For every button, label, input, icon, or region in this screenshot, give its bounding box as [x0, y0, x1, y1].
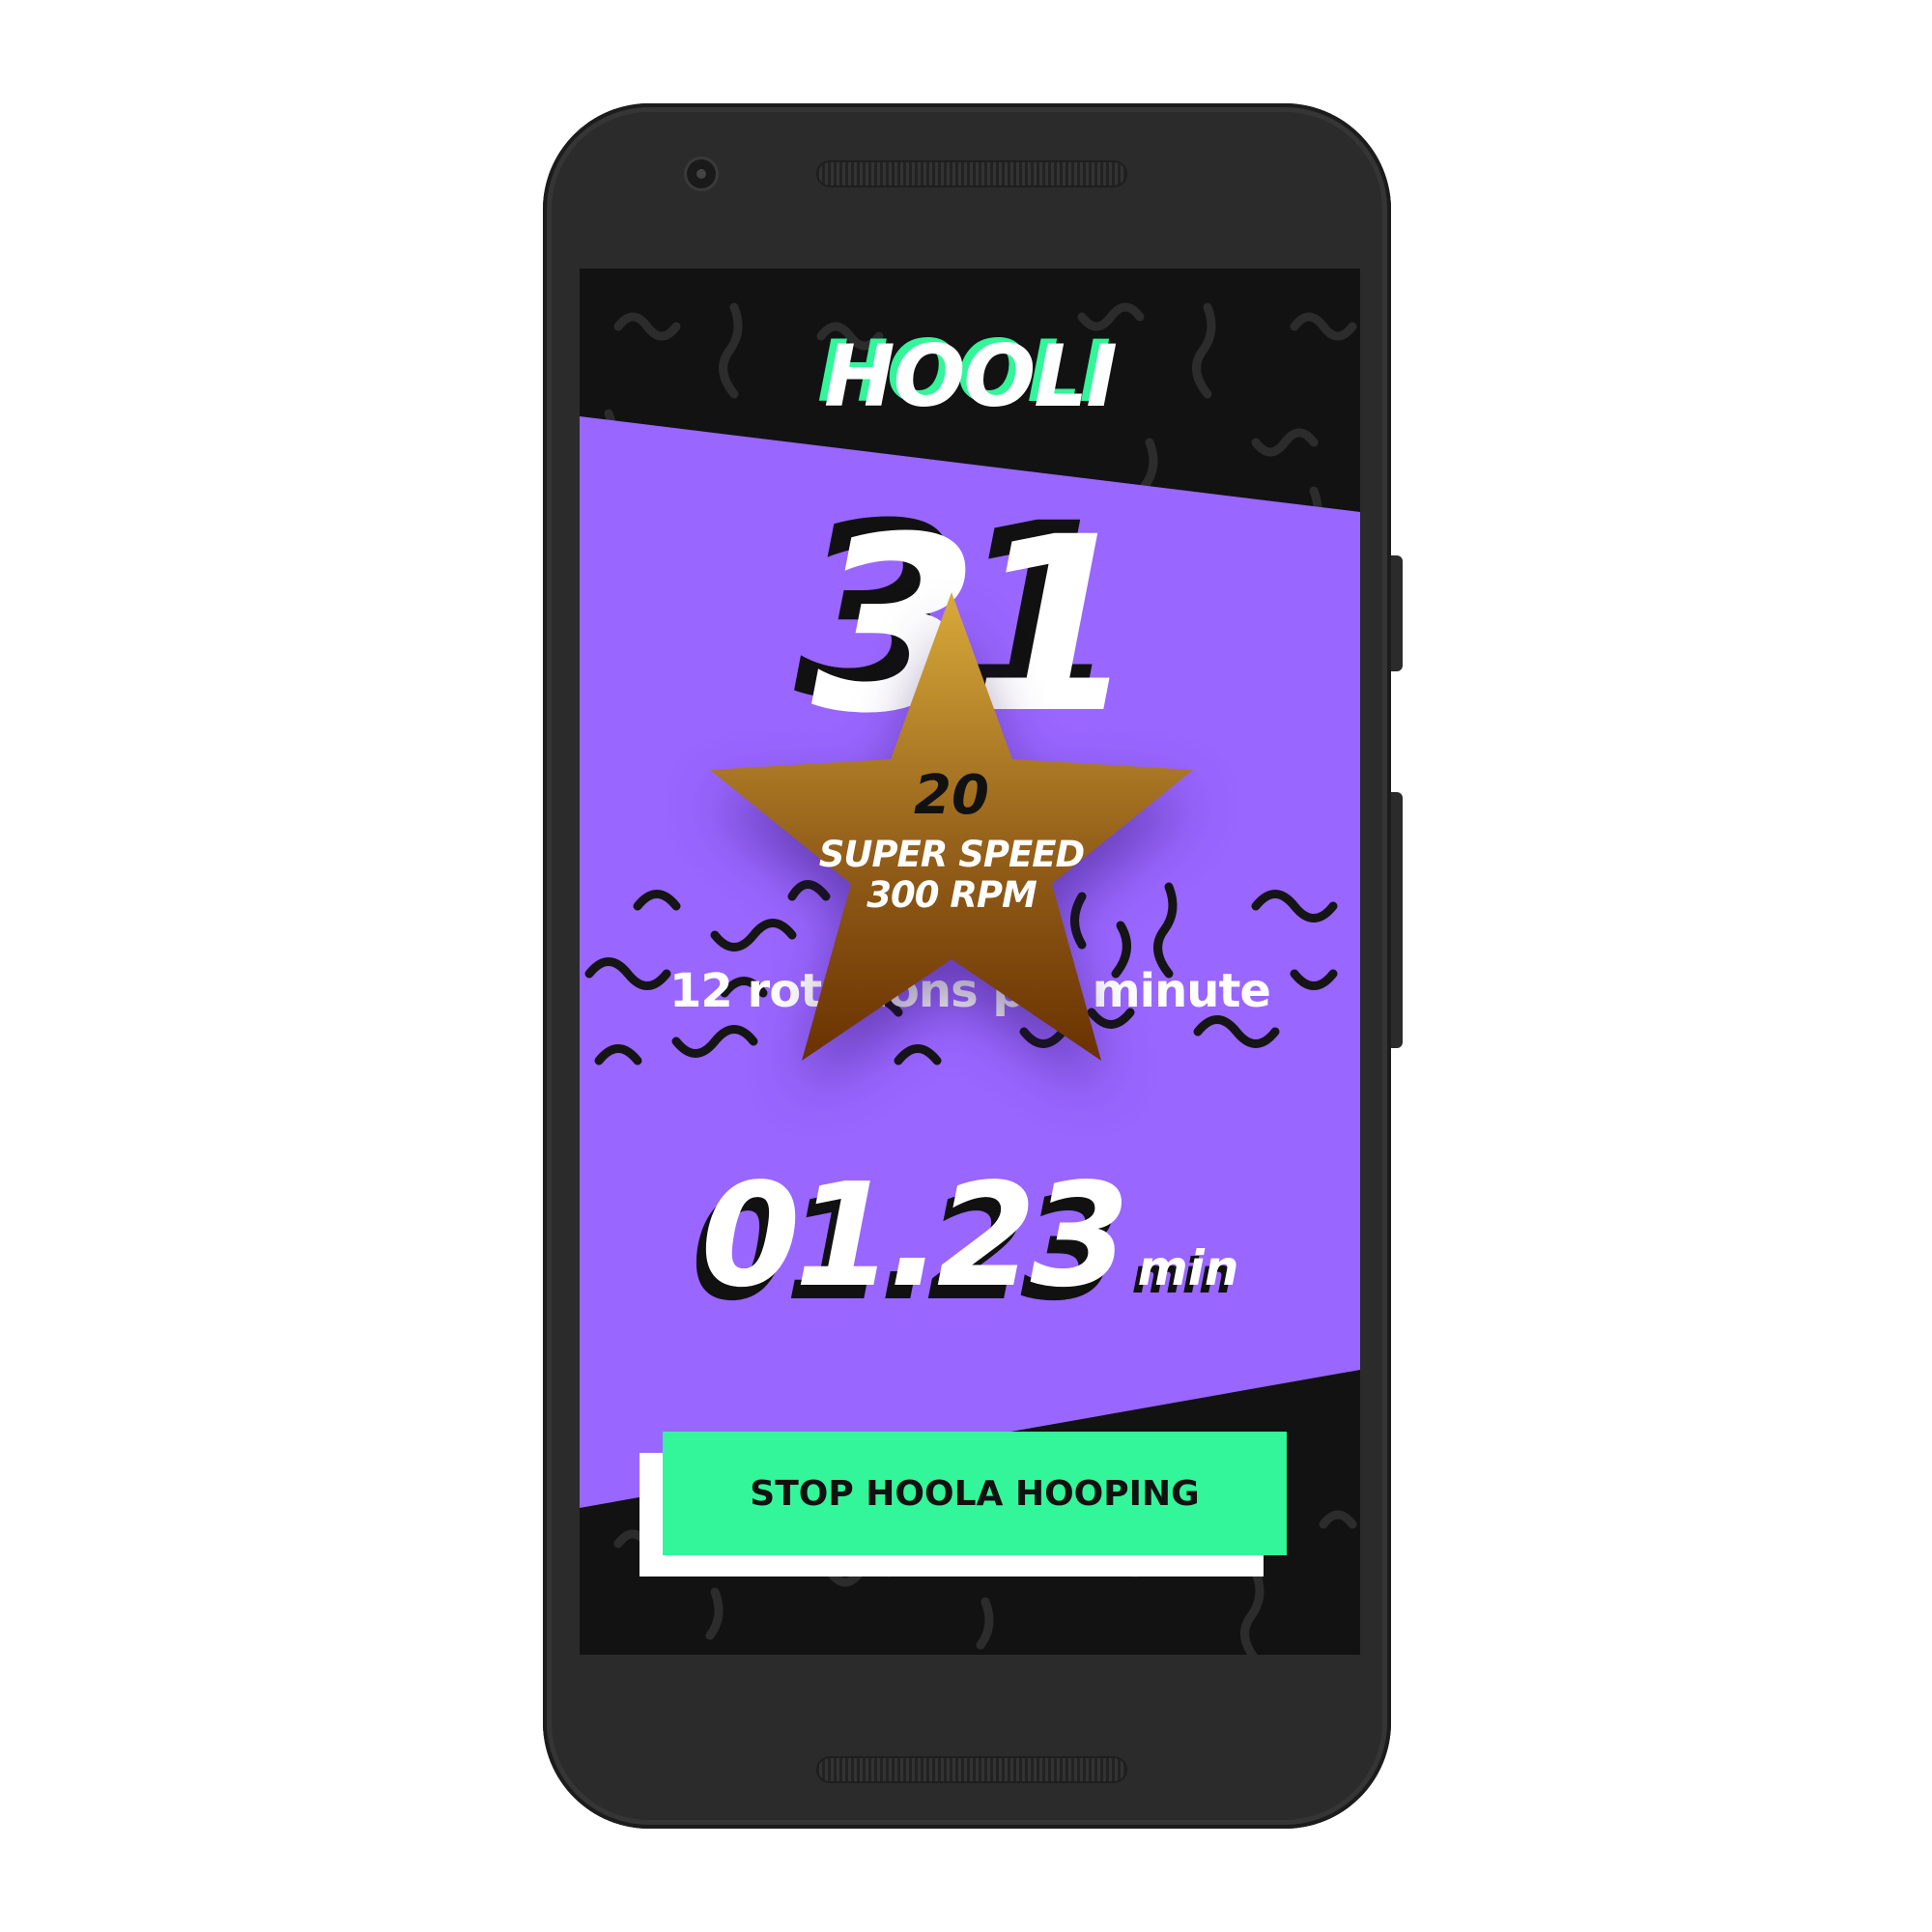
app-logo: HOOLI — [823, 327, 1118, 426]
stop-hoola-hooping-button[interactable]: STOP HOOLA HOOPING — [663, 1432, 1287, 1555]
timer-value: 01.23 — [700, 1152, 1130, 1319]
achievement-subtitle: 300 RPM — [867, 874, 1037, 916]
bottom-speaker — [816, 1756, 1127, 1783]
achievement-title: SUPER SPEED — [818, 834, 1086, 875]
volume-rocker — [1391, 792, 1403, 1048]
front-camera-icon — [687, 159, 716, 188]
power-button — [1391, 555, 1403, 671]
earpiece-speaker — [816, 160, 1127, 187]
achievement-star-badge: 20 SUPER SPEED 300 RPM — [705, 592, 1198, 1085]
achievement-number: 20 — [914, 764, 989, 827]
timer-unit: min — [1137, 1240, 1239, 1296]
elapsed-timer: 01.23 min — [580, 1152, 1360, 1319]
app-screen: HOOLI 31 12 rotations per minute 01.23 mi… — [580, 269, 1360, 1655]
